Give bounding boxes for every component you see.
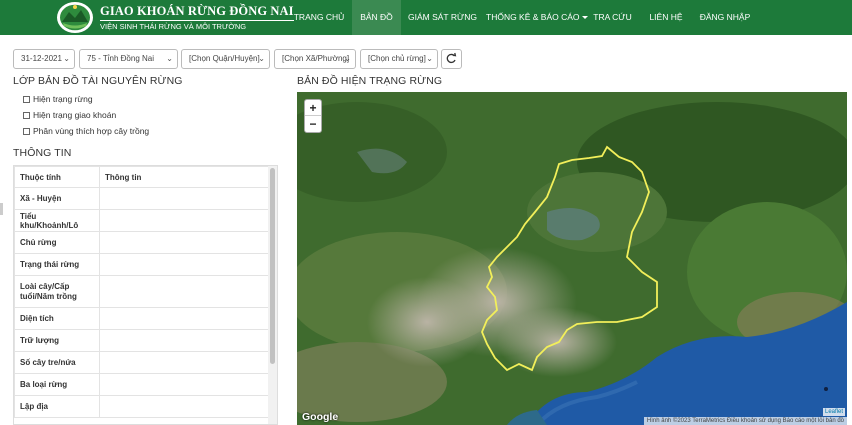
value-cell (99, 187, 270, 210)
table-row: Loài cây/Cấp tuổi/Năm trồng (14, 275, 270, 308)
layer-label: Hiện trạng giao khoán (33, 110, 117, 120)
checkbox[interactable] (23, 112, 30, 119)
forest-emblem-icon[interactable] (56, 1, 94, 34)
commune-select[interactable]: [Chọn Xã/Phường] ⌄ (274, 49, 356, 69)
date-select[interactable]: 31-12-2021 ⌄ (13, 49, 75, 69)
column-header-attribute: Thuộc tính (14, 166, 100, 188)
nav-giam-sat-rung[interactable]: GIÁM SÁT RỪNG (408, 0, 477, 35)
refresh-button[interactable] (441, 49, 462, 69)
nav-label: TRANG CHỦ (293, 12, 345, 22)
layer-phan-vung-thich-hop[interactable]: Phân vùng thích hợp cây trồng (23, 126, 149, 138)
checkbox[interactable] (23, 96, 30, 103)
site-title: GIAO KHOÁN RỪNG ĐỒNG NAI (100, 4, 294, 18)
value-cell (99, 373, 270, 396)
leaflet-link[interactable]: Leaflet (822, 408, 845, 416)
province-value: 75 - Tỉnh Đồng Nai (87, 54, 154, 63)
google-logo[interactable]: Google (302, 411, 338, 423)
nav-label: GIÁM SÁT RỪNG (408, 12, 477, 22)
table-scrollbar[interactable] (268, 166, 277, 424)
map-attribution[interactable]: Hình ảnh ©2023 TerraMetrics Điều khoản s… (643, 417, 847, 425)
nav-label: TRA CỨU (593, 12, 632, 22)
value-cell (99, 275, 270, 308)
value-cell (99, 209, 270, 232)
province-select[interactable]: 75 - Tỉnh Đồng Nai ⌄ (79, 49, 178, 69)
table-row: Chủ rừng (14, 231, 270, 254)
zoom-in-button[interactable]: + (305, 100, 321, 116)
zoom-control: + − (304, 99, 322, 133)
chevron-down-icon: ⌄ (258, 54, 265, 63)
column-header-value: Thông tin (99, 166, 270, 188)
nav-label: ĐĂNG NHẬP (699, 12, 751, 22)
table-header-row: Thuộc tính Thông tin (14, 166, 270, 188)
value-cell (99, 395, 270, 418)
info-table: Thuộc tính Thông tin Xã - Huyện Tiểu khu… (14, 166, 270, 418)
table-row: Số cây tre/nứa (14, 351, 270, 374)
table-row: Trữ lượng (14, 329, 270, 352)
district-value: [Chọn Quận/Huyện] (189, 54, 260, 63)
nav-trang-chu[interactable]: TRANG CHỦ (290, 0, 348, 35)
nav-label: LIÊN HỆ (649, 12, 683, 22)
attr-cell: Số cây tre/nứa (14, 351, 100, 374)
value-cell (99, 231, 270, 254)
table-row: Lập địa (14, 395, 270, 418)
side-handle[interactable] (0, 203, 3, 215)
nav-label: THỐNG KÊ & BÁO CÁO (486, 12, 580, 22)
table-row: Diện tích (14, 307, 270, 330)
top-navbar: GIAO KHOÁN RỪNG ĐỒNG NAI VIỆN SINH THÁI … (0, 0, 852, 35)
table-row: Ba loại rừng (14, 373, 270, 396)
commune-value: [Chọn Xã/Phường] (282, 54, 350, 63)
nav-ban-do[interactable]: BẢN ĐỒ (352, 0, 401, 35)
nav-tra-cuu[interactable]: TRA CỨU (590, 0, 635, 35)
owner-select[interactable]: [Chọn chủ rừng] ⌄ (360, 49, 438, 69)
nav-lien-he[interactable]: LIÊN HỆ (645, 0, 687, 35)
value-cell (99, 351, 270, 374)
layer-hien-trang-rung[interactable]: Hiện trạng rừng (23, 94, 93, 106)
brand-block[interactable]: GIAO KHOÁN RỪNG ĐỒNG NAI VIỆN SINH THÁI … (100, 4, 294, 32)
attr-cell: Chủ rừng (14, 231, 100, 254)
scrollbar-thumb[interactable] (270, 168, 275, 364)
attr-cell: Lập địa (14, 395, 100, 418)
info-table-container[interactable]: Thuộc tính Thông tin Xã - Huyện Tiểu khu… (13, 165, 278, 425)
checkbox[interactable] (23, 128, 30, 135)
attr-cell: Ba loại rừng (14, 373, 100, 396)
nav-label: BẢN ĐỒ (360, 12, 393, 22)
value-cell (99, 253, 270, 276)
refresh-icon (446, 52, 457, 64)
owner-value: [Chọn chủ rừng] (368, 54, 426, 63)
nav-thong-ke-bao-cao[interactable]: THỐNG KÊ & BÁO CÁO (486, 0, 588, 35)
chevron-down-icon (581, 16, 588, 20)
attr-cell: Xã - Huyện (14, 187, 100, 210)
layer-label: Phân vùng thích hợp cây trồng (33, 126, 150, 136)
district-select[interactable]: [Chọn Quận/Huyện] ⌄ (181, 49, 270, 69)
layer-hien-trang-giao-khoan[interactable]: Hiện trạng giao khoán (23, 110, 116, 122)
attr-cell: Diện tích (14, 307, 100, 330)
date-value: 31-12-2021 (21, 54, 62, 63)
map-title: BẢN ĐỒ HIỆN TRẠNG RỪNG (297, 75, 443, 87)
chevron-down-icon: ⌄ (63, 54, 70, 63)
site-subtitle: VIỆN SINH THÁI RỪNG VÀ MÔI TRƯỜNG (100, 20, 294, 32)
map-view[interactable]: + − Google Leaflet Hình ảnh ©2023 TerraM… (297, 92, 847, 425)
value-cell (99, 329, 270, 352)
attr-cell: Tiểu khu/Khoảnh/Lô (14, 209, 100, 232)
chevron-down-icon: ⌄ (344, 54, 351, 63)
table-row: Trạng thái rừng (14, 253, 270, 276)
table-row: Tiểu khu/Khoảnh/Lô (14, 209, 270, 232)
chevron-down-icon: ⌄ (166, 54, 173, 63)
value-cell (99, 307, 270, 330)
zoom-out-button[interactable]: − (305, 116, 321, 132)
table-row: Xã - Huyện (14, 187, 270, 210)
attr-cell: Trữ lượng (14, 329, 100, 352)
chevron-down-icon: ⌄ (426, 54, 433, 63)
attr-cell: Loài cây/Cấp tuổi/Năm trồng (14, 275, 100, 308)
satellite-imagery (297, 92, 847, 425)
info-title: THÔNG TIN (13, 147, 72, 159)
attr-cell: Trạng thái rừng (14, 253, 100, 276)
nav-dang-nhap[interactable]: ĐĂNG NHẬP (697, 0, 753, 35)
layer-label: Hiện trạng rừng (33, 94, 93, 104)
layers-title: LỚP BẢN ĐỒ TÀI NGUYÊN RỪNG (13, 75, 183, 87)
